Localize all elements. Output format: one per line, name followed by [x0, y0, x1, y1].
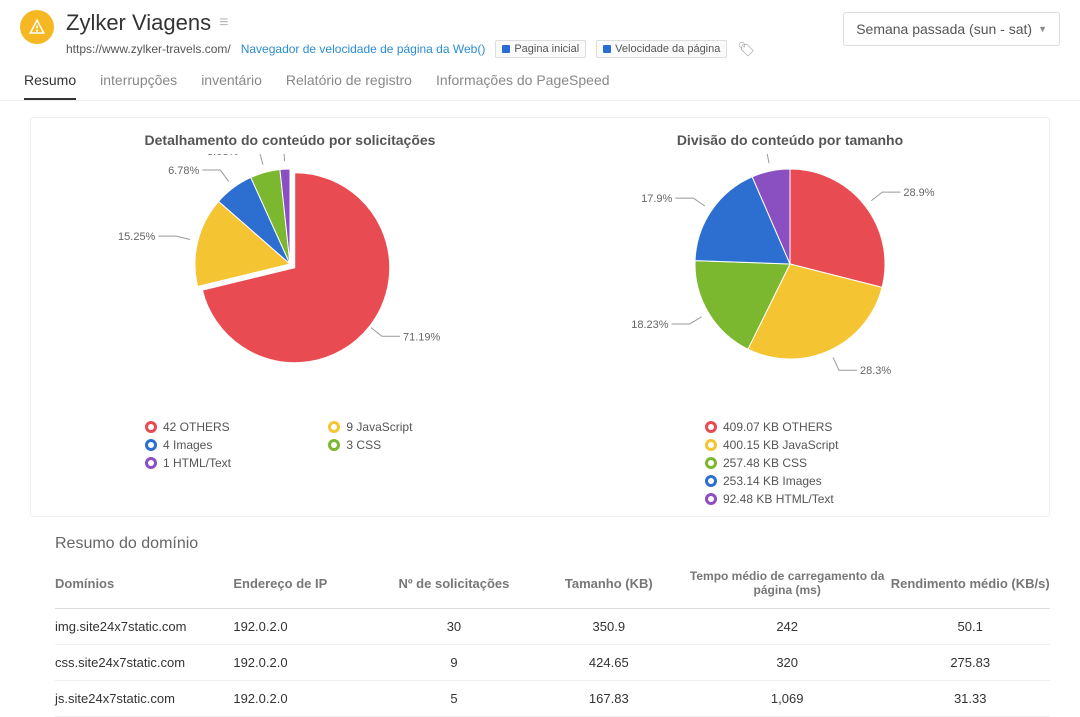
- chart-title: Divisão do conteúdo por tamanho: [545, 132, 1035, 148]
- legend-item: 3 CSS: [328, 438, 507, 452]
- legend-swatch: [145, 457, 157, 469]
- domain-summary-title: Resumo do domínio: [55, 535, 1050, 553]
- legend-item: 9 JavaScript: [328, 420, 507, 434]
- legend-swatch: [145, 439, 157, 451]
- tab-resumo[interactable]: Resumo: [24, 72, 76, 100]
- legend-swatch: [705, 457, 717, 469]
- tab-bar: Resumo interrupções inventário Relatório…: [0, 58, 1080, 101]
- legend-item: 1 HTML/Text: [145, 456, 324, 470]
- tag-icon[interactable]: 🏷: [737, 41, 755, 58]
- pie-label: 17.9%: [641, 193, 672, 205]
- pie-label: 18.23%: [631, 319, 669, 331]
- legend-swatch: [328, 421, 340, 433]
- legend-swatch: [145, 421, 157, 433]
- legend-swatch: [705, 493, 717, 505]
- pie-label: 28.3%: [860, 365, 891, 377]
- table-row: css.site24x7static.com 192.0.2.0 9 424.6…: [55, 645, 1050, 681]
- legend-item: 400.15 KB JavaScript: [705, 438, 1035, 452]
- pie-label: 71.19%: [403, 331, 441, 343]
- pie-label: 6.78%: [168, 165, 199, 177]
- pie-label: 28.9%: [903, 187, 934, 199]
- legend-swatch: [705, 421, 717, 433]
- table-row: js.site24x7static.com 192.0.2.0 5 167.83…: [55, 681, 1050, 717]
- legend-item: 42 OTHERS: [145, 420, 324, 434]
- legend-item: 257.48 KB CSS: [705, 456, 1035, 470]
- period-label: Semana passada (sun - sat): [856, 21, 1032, 37]
- legend-swatch: [328, 439, 340, 451]
- tab-relatorio[interactable]: Relatório de registro: [286, 72, 412, 100]
- table-header: Domínios Endereço de IP Nº de solicitaçõ…: [55, 559, 1050, 609]
- page-header: Zylker Viagens ≡ https://www.zylker-trav…: [0, 0, 1080, 58]
- legend-item: 92.48 KB HTML/Text: [705, 492, 1035, 506]
- page-title: Zylker Viagens: [66, 10, 211, 36]
- pie-label: 6.5%: [720, 154, 745, 156]
- tab-inventario[interactable]: inventário: [201, 72, 262, 100]
- chart-requests: Detalhamento do conteúdo por solicitaçõe…: [45, 132, 535, 506]
- pie-label: 5.08%: [207, 154, 238, 158]
- legend-item: 4 Images: [145, 438, 324, 452]
- tab-pagespeed[interactable]: Informações do PageSpeed: [436, 72, 610, 100]
- domain-table: Domínios Endereço de IP Nº de solicitaçõ…: [55, 559, 1050, 717]
- chip-home[interactable]: Pagina inicial: [495, 40, 586, 58]
- table-row: img.site24x7static.com 192.0.2.0 30 350.…: [55, 609, 1050, 645]
- chevron-down-icon: ▼: [1038, 24, 1047, 34]
- pie-label: 15.25%: [118, 231, 156, 243]
- legend-swatch: [705, 439, 717, 451]
- tab-interrupcoes[interactable]: interrupções: [100, 72, 177, 100]
- charts-panel: Detalhamento do conteúdo por solicitaçõe…: [30, 117, 1050, 517]
- period-dropdown[interactable]: Semana passada (sun - sat) ▼: [843, 12, 1060, 46]
- app-logo: [20, 10, 54, 44]
- site-url: https://www.zylker-travels.com/: [66, 42, 231, 56]
- menu-icon[interactable]: ≡: [219, 14, 228, 32]
- legend-item: 409.07 KB OTHERS: [705, 420, 1035, 434]
- chart-size: Divisão do conteúdo por tamanho 28.9% 28.…: [545, 132, 1035, 506]
- legend-item: 253.14 KB Images: [705, 474, 1035, 488]
- chip-pagespeed[interactable]: Velocidade da página: [596, 40, 727, 58]
- legend-swatch: [705, 475, 717, 487]
- breadcrumb-link[interactable]: Navegador de velocidade de página da Web…: [241, 42, 486, 56]
- chart-title: Detalhamento do conteúdo por solicitaçõe…: [45, 132, 535, 148]
